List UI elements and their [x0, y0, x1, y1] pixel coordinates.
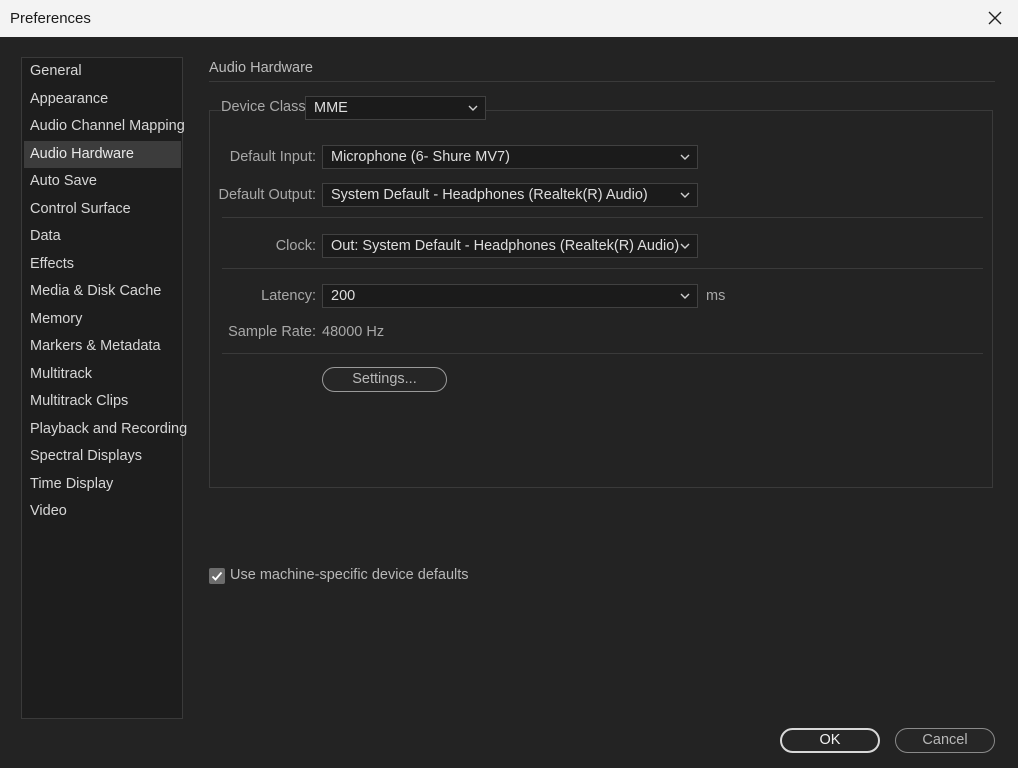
close-button[interactable] [980, 4, 1010, 32]
chevron-down-icon [468, 105, 478, 111]
sidebar-item-playback-recording[interactable]: Playback and Recording [24, 416, 187, 443]
clock-label: Clock: [275, 238, 316, 254]
default-input-dropdown[interactable]: Microphone (6- Shure MV7) [322, 145, 698, 169]
divider [222, 353, 983, 354]
sidebar-item-appearance[interactable]: Appearance [24, 86, 181, 113]
sidebar-item-spectral-displays[interactable]: Spectral Displays [24, 443, 181, 470]
category-list: General Appearance Audio Channel Mapping… [21, 57, 187, 719]
latency-dropdown[interactable]: 200 [322, 284, 698, 308]
chevron-down-icon [680, 243, 690, 249]
close-icon [988, 11, 1002, 25]
sidebar-item-multitrack[interactable]: Multitrack [24, 361, 181, 388]
sidebar-item-markers-metadata[interactable]: Markers & Metadata [24, 333, 181, 360]
machine-defaults-label: Use machine-specific device defaults [230, 567, 469, 583]
default-input-label: Default Input: [229, 149, 316, 165]
sidebar-item-audio-channel-mapping[interactable]: Audio Channel Mapping [24, 113, 185, 140]
latency-unit: ms [706, 288, 726, 304]
machine-defaults-checkbox[interactable] [209, 568, 225, 584]
section-title: Audio Hardware [209, 60, 313, 76]
sidebar-item-general[interactable]: General [24, 58, 181, 85]
ok-button[interactable]: OK [780, 728, 880, 753]
divider [222, 217, 983, 218]
chevron-down-icon [680, 154, 690, 160]
latency-label: Latency: [261, 288, 316, 304]
default-output-value: System Default - Headphones (Realtek(R) … [331, 187, 648, 203]
sidebar-item-audio-hardware[interactable]: Audio Hardware [24, 141, 181, 168]
settings-button[interactable]: Settings... [322, 367, 447, 392]
default-output-dropdown[interactable]: System Default - Headphones (Realtek(R) … [322, 183, 698, 207]
sidebar-item-effects[interactable]: Effects [24, 251, 181, 278]
sidebar-item-time-display[interactable]: Time Display [24, 471, 181, 498]
sidebar-item-video[interactable]: Video [24, 498, 181, 525]
default-input-value: Microphone (6- Shure MV7) [331, 149, 510, 165]
window-title: Preferences [10, 10, 91, 27]
sidebar-item-auto-save[interactable]: Auto Save [24, 168, 181, 195]
sidebar-item-media-disk-cache[interactable]: Media & Disk Cache [24, 278, 181, 305]
chevron-down-icon [680, 192, 690, 198]
title-bar: Preferences [0, 0, 1018, 38]
divider [222, 268, 983, 269]
clock-value: Out: System Default - Headphones (Realte… [331, 238, 680, 254]
sidebar-item-memory[interactable]: Memory [24, 306, 181, 333]
latency-value: 200 [331, 288, 356, 304]
sample-rate-value: 48000 Hz [322, 324, 385, 340]
default-output-label: Default Output: [218, 187, 316, 203]
sidebar-item-multitrack-clips[interactable]: Multitrack Clips [24, 388, 181, 415]
sample-rate-label: Sample Rate: [228, 324, 316, 340]
section-divider [209, 81, 995, 82]
checkmark-icon [211, 571, 223, 581]
sidebar-item-control-surface[interactable]: Control Surface [24, 196, 181, 223]
chevron-down-icon [680, 293, 690, 299]
dialog-body: General Appearance Audio Channel Mapping… [0, 37, 1018, 768]
device-class-label: Device Class: [221, 99, 310, 115]
clock-dropdown[interactable]: Out: System Default - Headphones (Realte… [322, 234, 698, 258]
cancel-button[interactable]: Cancel [895, 728, 995, 753]
preferences-dialog: Preferences General Appearance Audio Cha… [0, 0, 1018, 768]
sidebar-item-data[interactable]: Data [24, 223, 181, 250]
device-class-value: MME [314, 100, 348, 116]
device-class-dropdown[interactable]: MME [305, 96, 486, 120]
